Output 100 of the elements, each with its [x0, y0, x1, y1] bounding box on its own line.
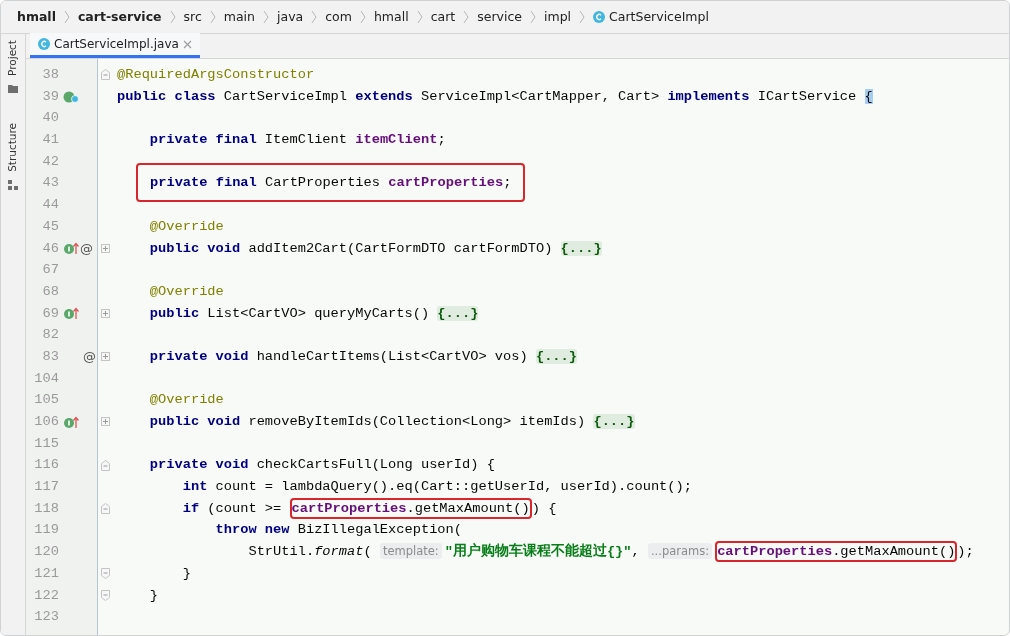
- code-text: );: [957, 544, 974, 560]
- line-number: 82: [41, 326, 59, 345]
- close-icon[interactable]: [182, 39, 192, 49]
- folder-icon: [8, 83, 18, 93]
- code-line: @Override: [148, 392, 224, 408]
- line-number: 122: [33, 586, 59, 605]
- fold-icon[interactable]: [101, 503, 110, 515]
- unfold-icon[interactable]: [101, 417, 110, 427]
- line-number: 67: [41, 261, 59, 280]
- line-number: 39: [41, 87, 59, 106]
- unfold-icon[interactable]: [101, 243, 110, 253]
- breadcrumb-item[interactable]: hmall: [17, 7, 56, 27]
- breadcrumb-item[interactable]: com: [325, 7, 352, 27]
- fold-icon[interactable]: [101, 459, 110, 471]
- code-text: public void removeByItemIds(Collection<Long> itemIds): [148, 414, 587, 429]
- fold-icon[interactable]: [101, 69, 110, 81]
- line-number: 40: [41, 109, 59, 128]
- breadcrumb-item[interactable]: cart: [430, 7, 456, 27]
- chevron-icon: [209, 10, 216, 24]
- line-number: 41: [41, 131, 59, 150]
- code-text: public List<CartVO> queryMyCarts(): [148, 305, 431, 321]
- implemented-icon[interactable]: [63, 89, 79, 104]
- code-text: if (count >=: [181, 500, 283, 516]
- line-number: 120: [33, 543, 59, 562]
- chevron-icon: [311, 10, 318, 24]
- line-number: 68: [41, 282, 59, 301]
- fold-icon[interactable]: [101, 589, 110, 601]
- line-number: 45: [41, 217, 59, 236]
- folded-code[interactable]: {...}: [437, 305, 479, 321]
- tool-window-tab[interactable]: Project: [5, 40, 21, 76]
- unfold-icon[interactable]: [101, 352, 110, 362]
- parameter-hint: template:: [379, 543, 442, 560]
- code-line: private void checkCartsFull(Long userId) {: [148, 457, 495, 473]
- chevron-icon: [63, 10, 70, 24]
- line-number: 115: [33, 434, 59, 453]
- code-line: @Override: [148, 218, 224, 234]
- code-line: throw new BizIllegalException(: [214, 522, 462, 538]
- chevron-icon: [530, 10, 536, 24]
- folded-code[interactable]: {...}: [560, 240, 602, 256]
- tool-window-tab[interactable]: Structure: [5, 122, 21, 172]
- breadcrumb-item[interactable]: impl: [544, 7, 572, 27]
- breadcrumb-item[interactable]: hmall: [373, 7, 409, 27]
- folded-code[interactable]: {...}: [593, 414, 635, 429]
- override-icon[interactable]: [63, 306, 79, 321]
- line-number: 117: [33, 478, 59, 497]
- line-number: 69: [41, 304, 59, 323]
- class-icon: [593, 11, 606, 23]
- code-text: "用户购物车课程不能超过{}",: [444, 544, 641, 560]
- override-icon[interactable]: [63, 414, 79, 429]
- highlight-box: cartProperties.getMaxAmount(): [289, 497, 532, 519]
- line-number: 83: [41, 347, 59, 366]
- code-line: private final ItemClient itemClient;: [148, 132, 446, 148]
- line-number: 44: [41, 196, 59, 215]
- folded-code[interactable]: {...}: [535, 348, 577, 364]
- unfold-icon[interactable]: [101, 308, 110, 318]
- line-number: 119: [33, 521, 59, 540]
- matched-brace: {: [864, 88, 873, 104]
- class-icon: [38, 38, 50, 50]
- chevron-icon: [263, 10, 269, 24]
- chevron-icon: [463, 10, 470, 24]
- breadcrumb-item[interactable]: main: [223, 7, 255, 27]
- breadcrumb-item[interactable]: service: [477, 7, 522, 27]
- code-line: }: [181, 565, 191, 581]
- line-number: 42: [41, 152, 59, 171]
- override-icon[interactable]: [63, 241, 79, 256]
- annotation-marker[interactable]: @: [83, 345, 96, 368]
- line-number: 106: [33, 413, 59, 431]
- chevron-icon: [579, 10, 586, 24]
- annotation-marker[interactable]: @: [80, 237, 93, 260]
- code-line: }: [148, 587, 159, 603]
- highlight-box: private final CartProperties cartProperties;: [136, 163, 526, 203]
- editor-tab[interactable]: CartServiceImpl.java: [30, 33, 200, 58]
- line-number: 43: [41, 174, 59, 193]
- chevron-icon: [416, 10, 423, 24]
- breadcrumb-item[interactable]: src: [183, 7, 202, 27]
- line-number: 116: [33, 456, 59, 475]
- code-line: @Override: [148, 283, 224, 299]
- code-text: ) {: [531, 500, 557, 516]
- code-text: StrUtil.format(: [247, 544, 373, 560]
- line-number: 121: [33, 564, 59, 583]
- code-line: @RequiredArgsConstructor: [117, 67, 315, 82]
- breadcrumb-item[interactable]: CartServiceImpl: [609, 7, 709, 27]
- line-number: 105: [33, 391, 59, 410]
- breadcrumb-item[interactable]: java: [277, 7, 304, 27]
- structure-icon: [8, 179, 18, 190]
- code-text: private void handleCartItems(List<CartVO> vos): [148, 348, 529, 364]
- breadcrumb-item[interactable]: cart-service: [77, 7, 162, 27]
- line-number: 104: [33, 369, 59, 388]
- fold-icon[interactable]: [101, 568, 110, 580]
- line-number: 38: [41, 66, 59, 84]
- chevron-icon: [169, 10, 176, 24]
- code-line: int count = lambdaQuery().eq(Cart::getUserId, userId).count();: [181, 479, 692, 495]
- line-number: 123: [33, 608, 59, 627]
- code-text: public class CartServiceImpl extends ServiceImpl<CartMapper, Cart> implements ICartService: [117, 88, 858, 104]
- chevron-icon: [359, 10, 366, 24]
- parameter-hint: ...params:: [647, 543, 713, 560]
- highlight-box: cartProperties.getMaxAmount(): [715, 541, 958, 563]
- code-text: public void addItem2Cart(CartFormDTO cartFormDTO): [148, 240, 554, 256]
- line-number: 46: [41, 239, 59, 258]
- line-number: 118: [33, 499, 59, 518]
